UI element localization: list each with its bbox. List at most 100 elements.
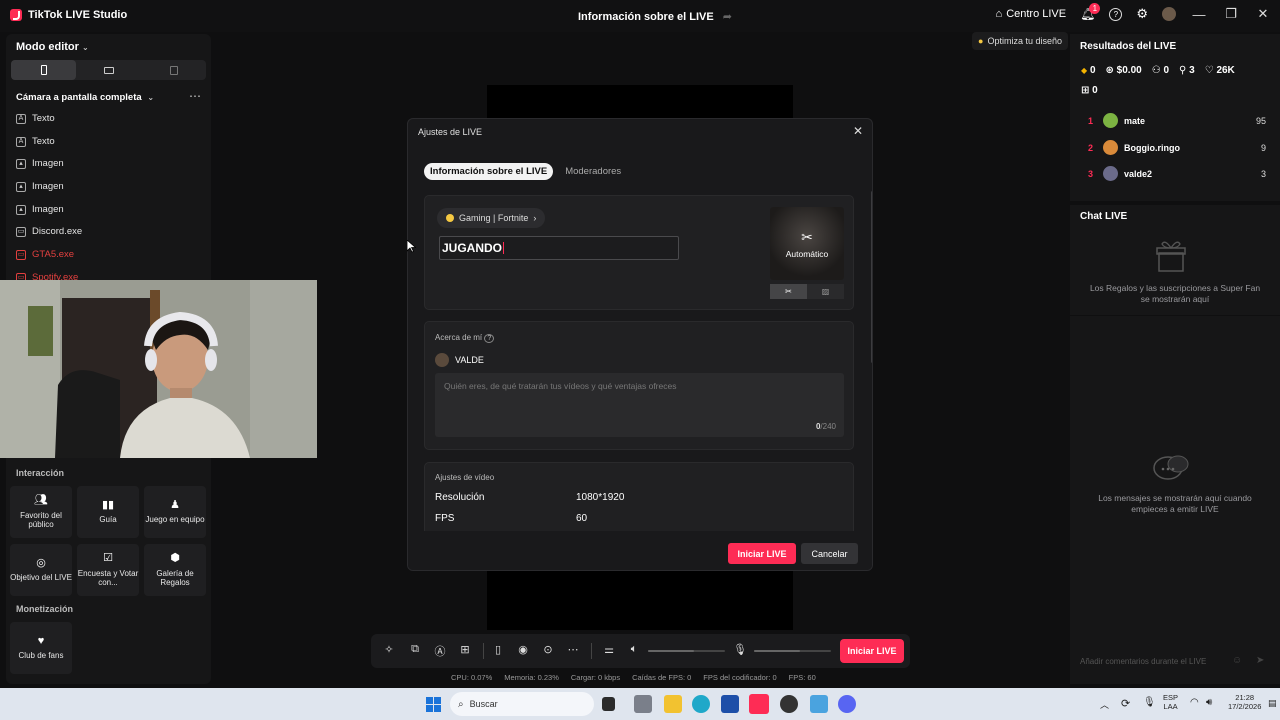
fps-row[interactable]: FPS 60 — [435, 513, 735, 524]
ai-icon[interactable]: Ⓐ — [432, 643, 448, 659]
start-live-button[interactable]: Iniciar LIVE — [840, 639, 904, 663]
restore-icon[interactable]: ❐ — [1222, 6, 1240, 22]
more-icon[interactable]: ⋯ — [565, 643, 581, 656]
app-title: TikTok LIVE Studio — [10, 9, 127, 21]
tab-info[interactable]: Información sobre el LIVE — [424, 163, 554, 180]
comment-input[interactable]: Añadir comentarios durante el LIVE ☺ ➤ — [1078, 650, 1273, 672]
notifications-button[interactable]: 🔔︎ 1 — [1080, 3, 1101, 21]
dual-button[interactable] — [141, 60, 206, 80]
edge-icon[interactable] — [692, 695, 710, 713]
stat-likes-value: 26K — [1216, 65, 1235, 76]
category-chip[interactable]: Gaming | Fortnite › — [437, 208, 546, 228]
magic-wand-icon[interactable]: ✧ — [381, 643, 397, 656]
resolution-row[interactable]: Resolución 1080*1920 — [435, 492, 735, 503]
add-source-icon[interactable]: ⊞ — [457, 643, 473, 656]
speaker-icon[interactable]: 🔊︎ — [1206, 697, 1212, 708]
emoji-icon[interactable]: ☺ — [1232, 655, 1242, 666]
tile-label: Guía — [99, 515, 117, 525]
start-live-button[interactable]: Iniciar LIVE — [728, 543, 796, 564]
sync-icon[interactable]: ⟳ — [1121, 697, 1130, 710]
profile-avatar[interactable] — [1162, 7, 1176, 21]
mic-slider[interactable] — [754, 650, 831, 652]
task-view-icon[interactable] — [602, 697, 615, 711]
tile-encuesta[interactable]: ☑ Encuesta y Votar con... — [77, 544, 139, 596]
source-item[interactable]: ▴ Imagen — [16, 204, 64, 215]
source-item[interactable]: ▭ Discord.exe — [16, 226, 82, 237]
wifi-icon[interactable]: ◠ — [1190, 697, 1199, 708]
coin-icon: ⊛ — [1105, 65, 1114, 76]
landscape-button[interactable] — [76, 60, 141, 80]
tile-favorito[interactable]: 👥︎ Favorito del público — [10, 486, 72, 538]
rank-number: 2 — [1088, 142, 1094, 153]
source-item[interactable]: A Texto — [16, 136, 55, 147]
upload-cover-button[interactable]: ▨ — [807, 284, 844, 299]
dialog-scrollbar[interactable] — [871, 191, 872, 363]
file-explorer-icon[interactable] — [664, 695, 682, 713]
minimize-icon[interactable]: — — [1190, 7, 1208, 22]
ranking-row[interactable]: 2 Boggio.ringo 9 — [1088, 140, 1266, 155]
source-item[interactable]: ▴ Imagen — [16, 158, 64, 169]
help-icon[interactable]: ? — [1109, 7, 1123, 21]
source-item[interactable]: ▭ GTA5.exe — [16, 249, 74, 260]
tile-guia[interactable]: ▮▮ Guía — [77, 486, 139, 538]
speaker-icon[interactable]: 🔈︎ — [626, 643, 642, 656]
avatar — [1103, 140, 1118, 155]
store-icon[interactable] — [721, 695, 739, 713]
close-icon[interactable]: ✕ — [853, 124, 863, 138]
language-indicator[interactable]: ESP LAA — [1163, 693, 1178, 712]
live-title-input[interactable]: JUGANDO — [439, 236, 679, 260]
clock[interactable]: 21:28 17/2/2026 — [1228, 693, 1261, 712]
microphone-icon[interactable]: 🎙︎ — [732, 643, 748, 656]
cancel-button[interactable]: Cancelar — [801, 543, 858, 564]
tile-galeria[interactable]: ⬢ Galería de Regalos — [144, 544, 206, 596]
record-icon[interactable]: ◉ — [515, 643, 531, 656]
chevron-up-icon[interactable]: ︿ — [1100, 698, 1109, 711]
mode-selector[interactable]: Modo editor ⌄ — [16, 41, 89, 53]
app-name: TikTok LIVE Studio — [28, 9, 128, 21]
send-icon[interactable]: ➤ — [1256, 655, 1264, 666]
portrait-button[interactable] — [11, 60, 76, 80]
panel-divider — [1070, 315, 1280, 316]
volume-slider[interactable] — [648, 650, 725, 652]
tiktok-live-studio-icon[interactable] — [749, 694, 769, 714]
game-icon — [446, 214, 454, 222]
discord-icon[interactable] — [838, 695, 856, 713]
microphone-icon[interactable]: 🎙︎ — [1143, 697, 1156, 708]
ranking-row[interactable]: 1 mate 95 — [1088, 113, 1266, 128]
cover-image[interactable]: ✂ Automático — [770, 207, 844, 280]
mixer-icon[interactable]: ⚌ — [601, 643, 617, 656]
performance-stats: CPU: 0.07% Memoria: 0.23% Cargar: 0 kbps… — [451, 673, 816, 682]
windows-start-icon[interactable] — [426, 697, 441, 712]
widgets-icon[interactable] — [634, 695, 652, 713]
phone-icon[interactable]: ▯ — [490, 643, 506, 656]
share-icon[interactable]: ➦ — [723, 11, 732, 23]
tile-juego[interactable]: ♟ Juego en equipo — [144, 486, 206, 538]
window-title: Información sobre el LIVE ➦ — [578, 10, 732, 23]
source-label: Discord.exe — [32, 226, 83, 237]
taskbar-search[interactable]: ⌕ Buscar — [450, 692, 594, 716]
centro-live-button[interactable]: ⌂ Centro LIVE — [996, 8, 1067, 20]
stat-share-value: 3 — [1189, 65, 1195, 76]
capture-icon[interactable]: ⊙ — [540, 643, 556, 656]
source-item[interactable]: ▴ Imagen — [16, 181, 64, 192]
bio-textarea[interactable]: Quién eres, de qué tratarán tus vídeos y… — [435, 373, 844, 437]
steam-icon[interactable] — [780, 695, 798, 713]
ranking-row[interactable]: 3 valde2 3 — [1088, 166, 1266, 181]
tile-objetivo[interactable]: ◎ Objetivo del LIVE — [10, 544, 72, 596]
app-icon[interactable] — [810, 695, 828, 713]
more-icon[interactable]: ⋯ — [189, 89, 201, 103]
auto-cover-button[interactable]: ✂ — [770, 284, 807, 299]
stat-fps: FPS: 60 — [788, 673, 816, 682]
dialog-footer: Iniciar LIVE Cancelar — [408, 531, 872, 570]
source-item[interactable]: A Texto — [16, 113, 55, 124]
effects-icon[interactable]: ⧉ — [407, 643, 423, 656]
scene-selector[interactable]: Cámara a pantalla completa ⌄ — [16, 92, 154, 103]
tab-moderators[interactable]: Moderadores — [559, 163, 627, 180]
notification-center-icon[interactable]: ▤ — [1268, 698, 1277, 709]
stat-gems: ◆ 0 — [1081, 65, 1096, 76]
close-window-icon[interactable]: ✕ — [1254, 6, 1272, 22]
fps-label: FPS — [435, 513, 455, 524]
tile-club-fans[interactable]: ♥ Club de fans — [10, 622, 72, 674]
settings-icon[interactable]: ⚙ — [1136, 6, 1148, 22]
optimize-hint[interactable]: ● Optimiza tu diseño — [972, 32, 1068, 50]
